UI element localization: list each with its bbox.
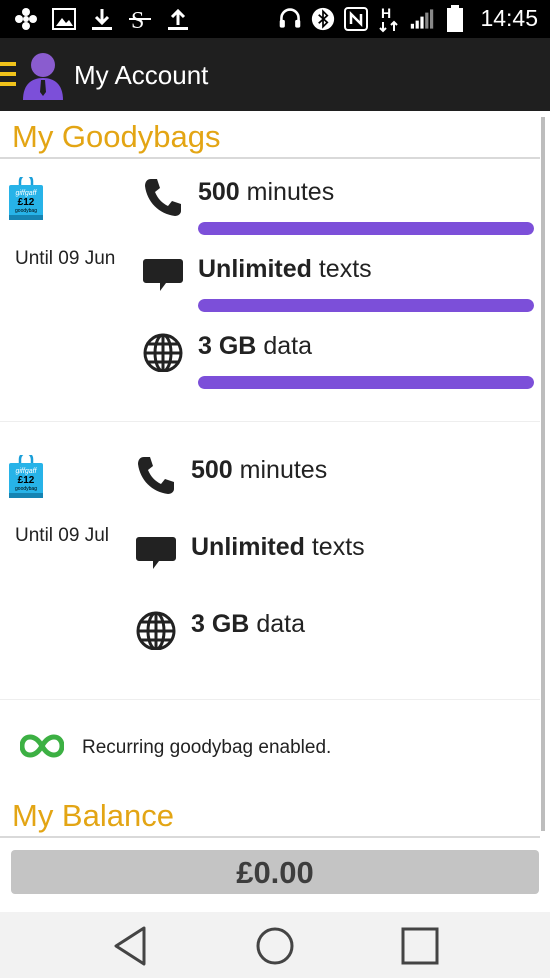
infinity-icon: [19, 734, 65, 758]
balance-section-title: My Balance: [12, 798, 174, 833]
allowance-amount: 3 GB: [191, 610, 250, 638]
s-icon: S: [128, 6, 152, 32]
bag-divider: [0, 421, 540, 422]
data-progress-fill: [198, 376, 534, 389]
h-data-icon: H: [377, 5, 401, 32]
globe-icon: [142, 330, 184, 373]
home-icon[interactable]: [251, 922, 299, 970]
svg-text:H: H: [381, 5, 391, 21]
svg-text:£12: £12: [18, 197, 35, 208]
minutes-progress-fill: [198, 222, 534, 235]
texts-progress-bar: [198, 299, 534, 312]
goodybags-section-title: My Goodybags: [12, 119, 221, 154]
back-icon[interactable]: [108, 922, 156, 970]
goodybag-icon: giffgaff £12 goodybag: [7, 173, 45, 221]
allowance-amount: 500: [198, 178, 240, 206]
headset-icon: [278, 6, 302, 32]
svg-text:giffgaff: giffgaff: [15, 468, 37, 475]
bag-divider: [0, 699, 540, 700]
goodybag-icon: giffgaff £12 goodybag: [7, 451, 45, 499]
allowance-amount: Unlimited: [191, 533, 305, 561]
allowance-unit: data: [256, 610, 305, 638]
app-bar: My Account: [0, 38, 550, 111]
allowance-amount: 500: [191, 456, 233, 484]
section-divider: [0, 157, 540, 159]
signal-icon: [410, 6, 434, 32]
allowance-unit: minutes: [239, 456, 328, 484]
phone-icon: [135, 454, 177, 496]
status-bar: S H 14:45: [0, 0, 550, 38]
navigation-bar: [0, 912, 550, 978]
goodybag-expiry: Until 09 Jun: [15, 248, 116, 269]
upload-icon: [166, 6, 190, 32]
fan-icon: [14, 6, 38, 32]
allowance-amount: 3 GB: [198, 332, 257, 360]
nfc-icon: [344, 6, 369, 32]
recent-apps-icon[interactable]: [396, 922, 444, 970]
svg-text:giffgaff: giffgaff: [15, 190, 37, 197]
recurring-text: Recurring goodybag enabled.: [82, 737, 332, 758]
allowance-unit: minutes: [246, 178, 335, 206]
goodybag-expiry: Until 09 Jul: [15, 525, 109, 546]
image-icon: [52, 6, 76, 32]
svg-text:goodybag: goodybag: [15, 486, 37, 492]
globe-icon: [135, 608, 177, 651]
clock: 14:45: [480, 5, 538, 31]
section-divider: [0, 836, 540, 838]
data-progress-bar: [198, 376, 534, 389]
texts-progress-fill: [198, 299, 534, 312]
download-icon: [90, 6, 114, 32]
speech-bubble-icon: [135, 531, 177, 573]
page-title: My Account: [74, 60, 209, 90]
allowance-unit: data: [263, 332, 312, 360]
minutes-progress-bar: [198, 222, 534, 235]
balance-amount[interactable]: £0.00: [11, 850, 539, 894]
speech-bubble-icon: [142, 253, 184, 295]
avatar-icon[interactable]: [22, 50, 64, 100]
allowance-unit: texts: [318, 255, 372, 283]
hamburger-menu-icon[interactable]: [0, 62, 16, 86]
content-scroll-area[interactable]: My Goodybags giffgaff £12 goodybag Until…: [0, 111, 550, 912]
allowance-amount: Unlimited: [198, 255, 312, 283]
phone-icon: [142, 176, 184, 218]
battery-icon: [443, 4, 467, 32]
allowance-unit: texts: [311, 533, 365, 561]
svg-text:£12: £12: [18, 475, 35, 486]
svg-text:goodybag: goodybag: [15, 208, 37, 214]
bluetooth-icon: [311, 6, 335, 32]
scrollbar[interactable]: [541, 117, 545, 831]
